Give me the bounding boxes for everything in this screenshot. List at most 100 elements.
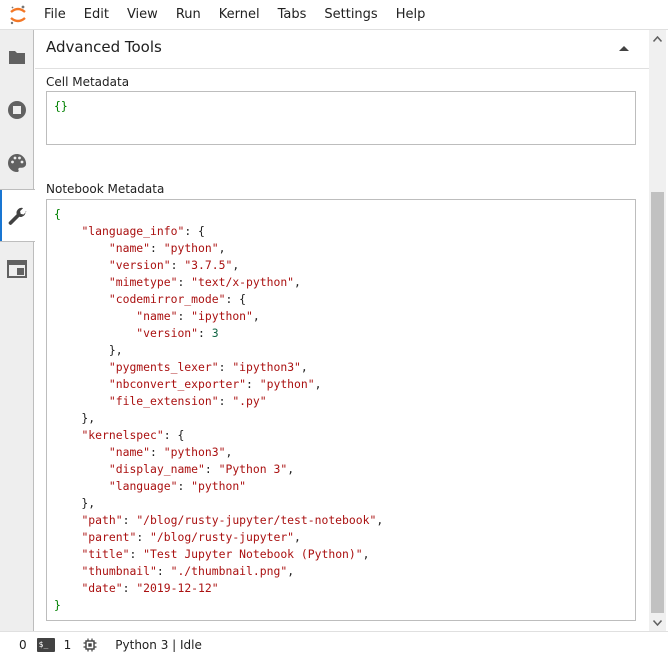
metadata-token: : — [122, 513, 137, 527]
sidebar-tab-open-tabs[interactable] — [0, 242, 34, 295]
menu-edit[interactable]: Edit — [76, 0, 119, 30]
metadata-token: "language" — [108, 479, 178, 493]
menu-items: File Edit View Run Kernel Tabs Settings Help — [36, 0, 435, 30]
metadata-token — [54, 479, 109, 493]
metadata-token: : { — [225, 292, 247, 306]
jupyter-logo-icon — [0, 0, 36, 30]
metadata-token — [54, 309, 136, 323]
metadata-line: } — [54, 597, 628, 614]
scroll-down-icon — [653, 619, 662, 626]
sidebar-tab-property-inspector[interactable] — [0, 189, 35, 242]
sidebar-tab-running[interactable] — [0, 83, 34, 136]
metadata-line: { — [54, 206, 628, 223]
wrench-icon — [8, 207, 26, 225]
metadata-token: : — [122, 581, 137, 595]
metadata-line: "language": "python" — [54, 478, 628, 495]
sidebar-tab-file-browser[interactable] — [0, 30, 34, 83]
metadata-token: }, — [54, 343, 123, 357]
cell-metadata-label: Cell Metadata — [46, 75, 130, 89]
metadata-token — [54, 530, 81, 544]
metadata-line: "kernelspec": { — [54, 427, 628, 444]
metadata-token — [54, 224, 81, 238]
menu-settings[interactable]: Settings — [316, 0, 387, 30]
metadata-token: "language_info" — [81, 224, 185, 238]
metadata-token: "/blog/rusty-jupyter/test-notebook" — [136, 513, 377, 527]
metadata-token: "parent" — [81, 530, 137, 544]
metadata-line: "nbconvert_exporter": "python", — [54, 376, 628, 393]
scroll-down-button[interactable] — [649, 614, 666, 631]
metadata-token — [54, 258, 109, 272]
metadata-token — [54, 292, 109, 306]
menu-run[interactable]: Run — [168, 0, 211, 30]
metadata-token: "file_extension" — [108, 394, 219, 408]
metadata-token: , — [287, 462, 295, 476]
metadata-token: "Python 3" — [218, 462, 288, 476]
metadata-token: "version" — [108, 258, 171, 272]
panel-scrollbar[interactable] — [649, 30, 666, 631]
metadata-line: "version": "3.7.5", — [54, 257, 628, 274]
kernel-chip-icon[interactable] — [83, 638, 97, 652]
menu-file[interactable]: File — [36, 0, 76, 30]
metadata-token: : — [177, 275, 192, 289]
metadata-token — [54, 326, 136, 340]
metadata-token: , — [314, 377, 322, 391]
menu-tabs[interactable]: Tabs — [270, 0, 317, 30]
metadata-token: : — [150, 241, 164, 255]
notebook-metadata-editor[interactable]: { "language_info": { "name": "python", "… — [46, 199, 636, 621]
metadata-token: "./thumbnail.png" — [170, 564, 288, 578]
terminal-icon[interactable]: $_ — [36, 637, 55, 652]
collapse-button[interactable] — [617, 42, 631, 52]
metadata-token — [54, 462, 109, 476]
metadata-token: "path" — [81, 513, 123, 527]
scroll-up-button[interactable] — [649, 30, 666, 47]
menu-kernel[interactable]: Kernel — [211, 0, 270, 30]
metadata-line: "pygments_lexer": "ipython3", — [54, 359, 628, 376]
metadata-line: "thumbnail": "./thumbnail.png", — [54, 563, 628, 580]
metadata-token: "3.7.5" — [184, 258, 233, 272]
metadata-token — [54, 241, 109, 255]
metadata-line: "name": "ipython", — [54, 308, 628, 325]
metadata-token: : { — [184, 224, 205, 238]
metadata-token — [54, 275, 109, 289]
metadata-token: , — [376, 513, 384, 527]
metadata-token: }, — [54, 411, 96, 425]
metadata-token: : — [246, 377, 260, 391]
metadata-line: "file_extension": ".py" — [54, 393, 628, 410]
menu-view[interactable]: View — [119, 0, 168, 30]
metadata-token: , — [287, 564, 295, 578]
metadata-token: } — [54, 598, 61, 612]
palette-icon — [8, 153, 27, 172]
metadata-token: "text/x-python" — [191, 275, 295, 289]
metadata-token — [54, 547, 81, 561]
metadata-token: : — [218, 360, 233, 374]
header-divider — [35, 68, 649, 69]
cell-metadata-editor[interactable]: {} — [46, 91, 636, 145]
metadata-token: { — [54, 207, 61, 221]
metadata-token: "mimetype" — [108, 275, 178, 289]
metadata-token — [54, 513, 81, 527]
metadata-line: }, — [54, 410, 628, 427]
metadata-token: "name" — [136, 309, 178, 323]
metadata-line: }, — [54, 342, 628, 359]
kernel-status[interactable]: Python 3 | Idle — [97, 638, 202, 652]
property-inspector-panel: Advanced Tools Cell Metadata {} Notebook… — [35, 30, 649, 631]
kernels-count[interactable]: 1 — [55, 638, 84, 652]
metadata-token: "date" — [81, 581, 123, 595]
metadata-token: ".py" — [232, 394, 267, 408]
metadata-token — [54, 360, 109, 374]
metadata-token: "name" — [108, 241, 151, 255]
scroll-thumb[interactable] — [651, 192, 664, 613]
metadata-token: : — [177, 309, 192, 323]
stop-circle-icon — [8, 100, 26, 119]
metadata-token: "ipython3" — [232, 360, 301, 374]
metadata-line: "language_info": { — [54, 223, 628, 240]
menu-help[interactable]: Help — [388, 0, 436, 30]
metadata-line: "mimetype": "text/x-python", — [54, 274, 628, 291]
metadata-token: , — [252, 309, 260, 323]
sidebar-tab-commands[interactable] — [0, 136, 34, 189]
metadata-line: "name": "python3", — [54, 444, 628, 461]
metadata-line: "version": 3 — [54, 325, 628, 342]
metadata-token: "codemirror_mode" — [108, 292, 226, 306]
metadata-token: "python" — [163, 241, 219, 255]
terminals-count[interactable]: 0 — [0, 638, 37, 652]
